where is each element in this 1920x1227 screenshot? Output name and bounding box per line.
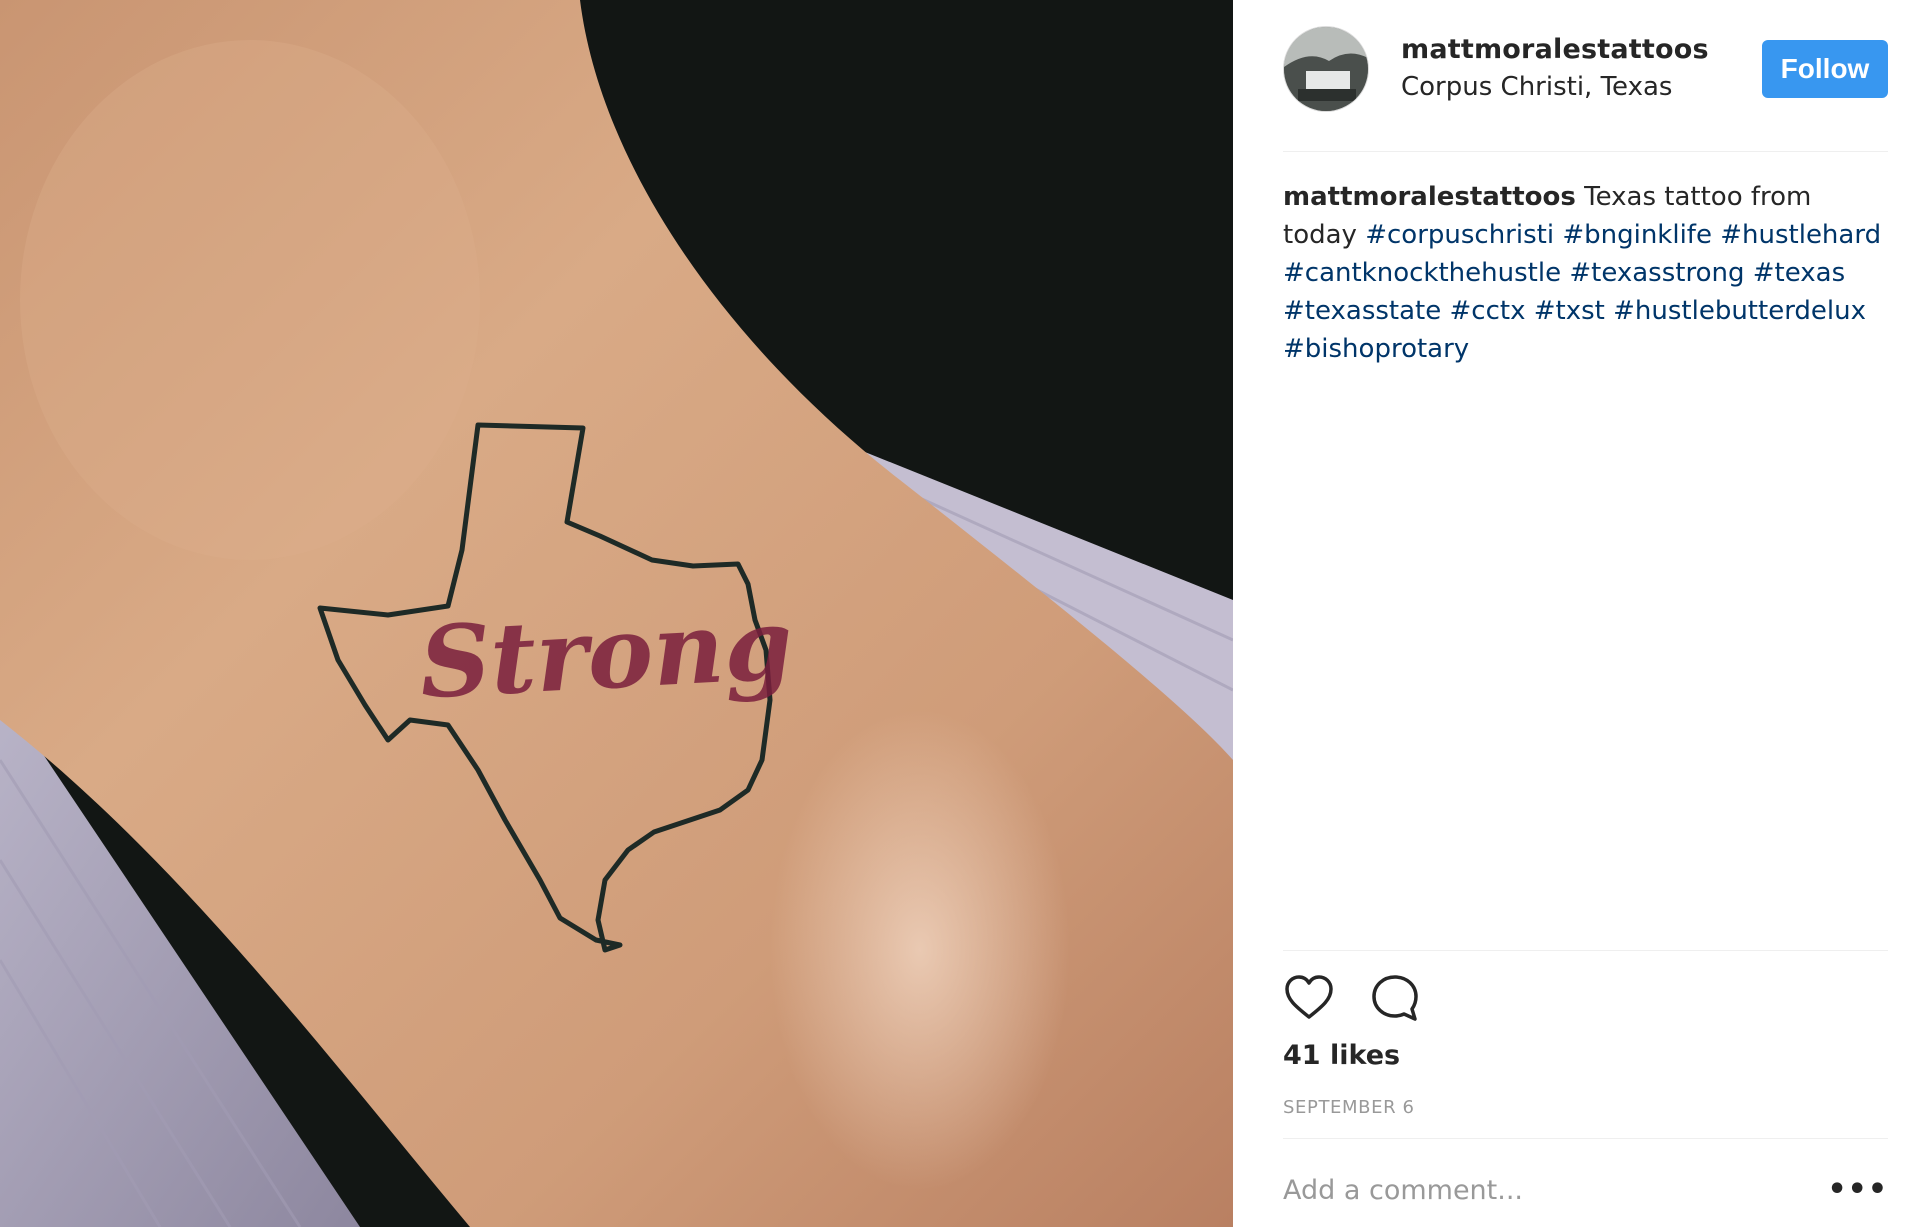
- speech-bubble-icon: [1372, 975, 1418, 1021]
- ellipsis-icon[interactable]: •••: [1827, 1175, 1888, 1205]
- post-caption: mattmoralestattoos Texas tattoo from tod…: [1283, 178, 1888, 368]
- comment-divider: [1283, 1138, 1888, 1139]
- instagram-post: Strong mattmoralestattoos Corpus Christi…: [0, 0, 1920, 1227]
- likes-count[interactable]: 41 likes: [1283, 1036, 1400, 1076]
- heart-outline-icon: [1285, 975, 1333, 1019]
- hashtag-link[interactable]: #hustlebutterdelux: [1613, 296, 1866, 326]
- follow-button[interactable]: Follow: [1762, 40, 1888, 98]
- hashtag-link[interactable]: #hustlehard: [1720, 220, 1881, 250]
- hashtag-link[interactable]: #texasstrong: [1569, 258, 1744, 288]
- hashtag-link[interactable]: #txst: [1534, 296, 1605, 326]
- comment-button[interactable]: [1369, 972, 1421, 1024]
- post-header: mattmoralestattoos Corpus Christi, Texas…: [1283, 26, 1888, 112]
- hashtag-link[interactable]: #texasstate: [1283, 296, 1441, 326]
- tattoo-photo: Strong: [0, 0, 1233, 1227]
- post-actions: [1283, 970, 1421, 1026]
- header-divider: [1283, 151, 1888, 152]
- caption-username[interactable]: mattmoralestattoos: [1283, 182, 1576, 212]
- avatar[interactable]: [1283, 26, 1369, 112]
- comment-input[interactable]: [1283, 1174, 1803, 1206]
- comment-row: •••: [1283, 1160, 1888, 1220]
- actions-divider: [1283, 950, 1888, 951]
- like-button[interactable]: [1283, 972, 1335, 1024]
- post-photo[interactable]: Strong: [0, 0, 1233, 1227]
- hashtag-link[interactable]: #corpuschristi: [1365, 220, 1554, 250]
- hashtag-link[interactable]: #bishoprotary: [1283, 334, 1469, 364]
- hashtag-link[interactable]: #bnginklife: [1562, 220, 1712, 250]
- post-side-panel: mattmoralestattoos Corpus Christi, Texas…: [1233, 0, 1920, 1227]
- hashtag-link[interactable]: #cantknockthehustle: [1283, 258, 1561, 288]
- hashtag-link[interactable]: #cctx: [1450, 296, 1526, 326]
- hashtag-link[interactable]: #texas: [1753, 258, 1845, 288]
- post-date: SEPTEMBER 6: [1283, 1097, 1415, 1118]
- strong-script-tattoo: Strong: [417, 587, 795, 721]
- avatar-image: [1284, 27, 1368, 111]
